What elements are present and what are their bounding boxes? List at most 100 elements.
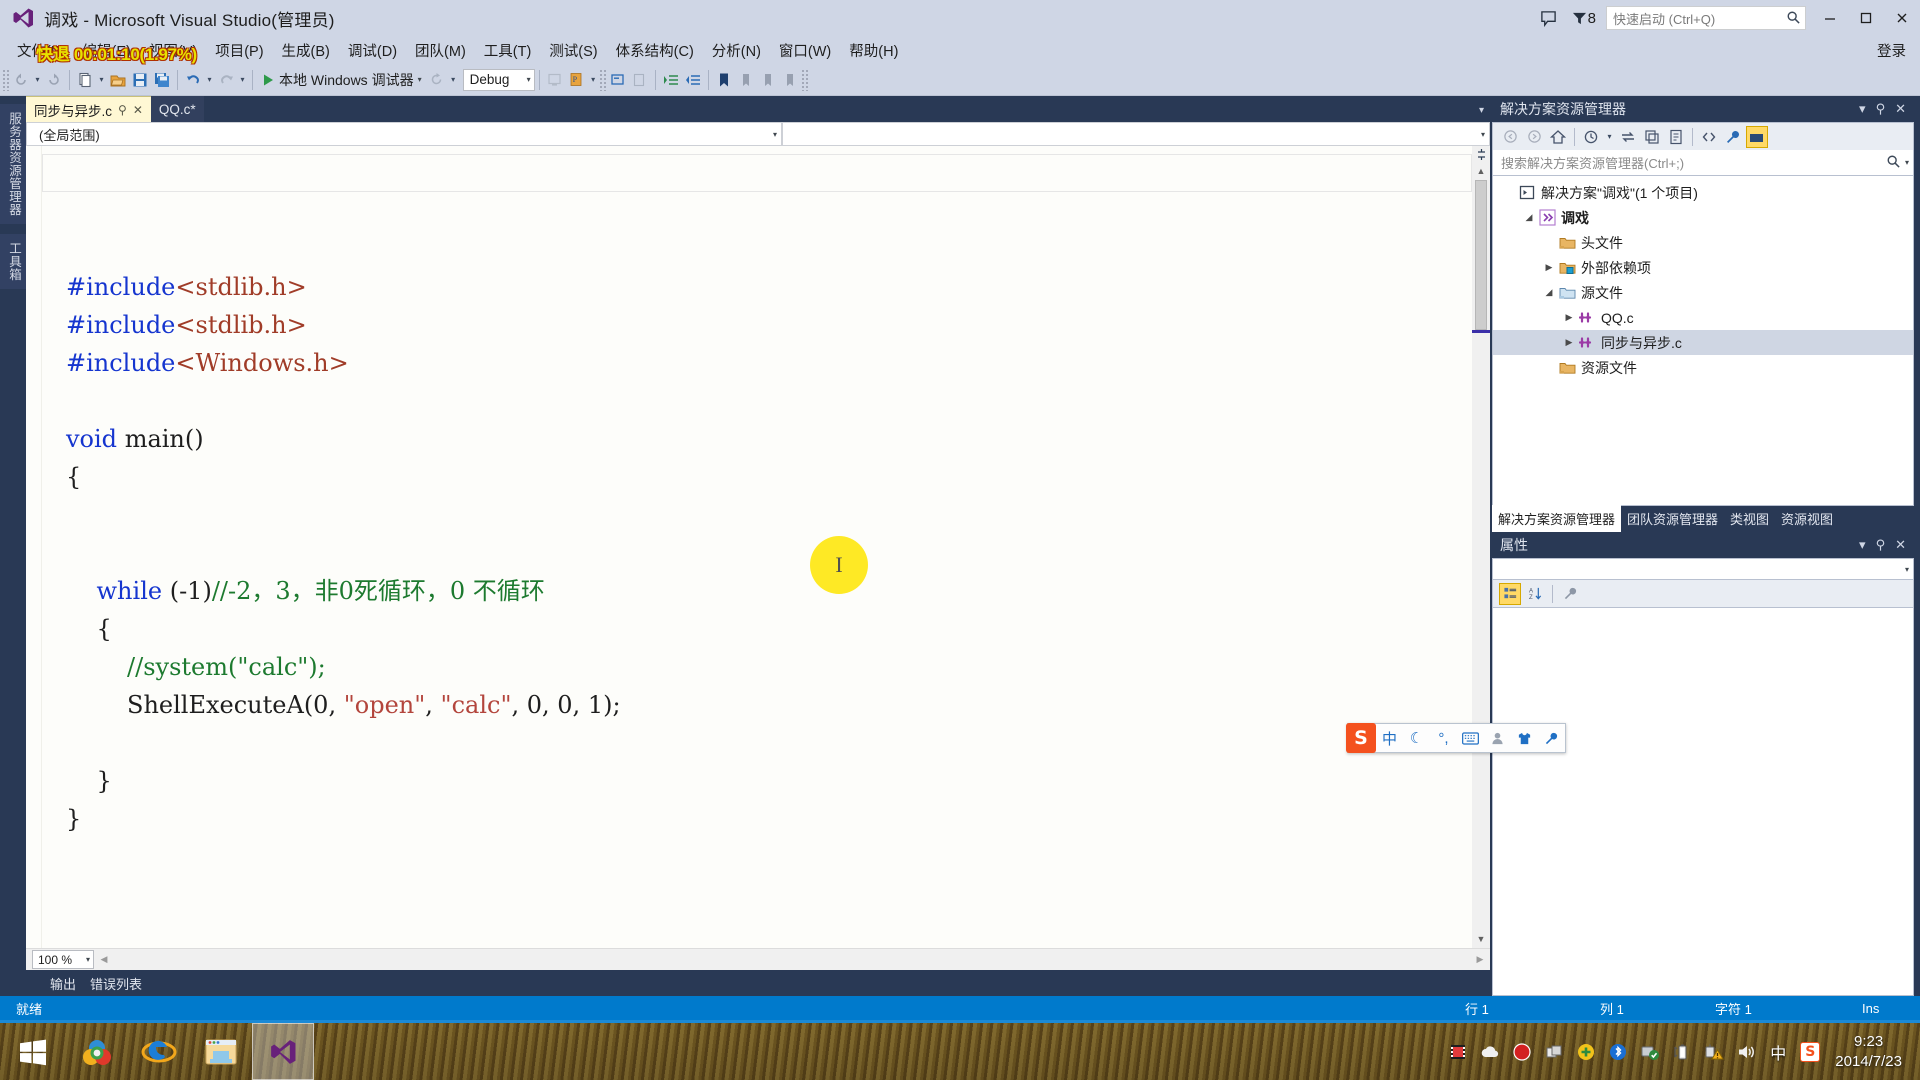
start-button[interactable] (0, 1023, 66, 1080)
cloud-icon[interactable] (1475, 1035, 1505, 1069)
show-all-files-icon[interactable] (1698, 126, 1720, 148)
property-pages-icon[interactable] (1559, 583, 1581, 605)
sogou-ime-icon[interactable]: S (1795, 1035, 1825, 1069)
code-line[interactable] (66, 724, 1472, 762)
attach-to-process-icon[interactable] (544, 68, 566, 92)
toggle-bookmark-icon[interactable] (713, 68, 735, 92)
code-line[interactable]: { (66, 458, 1472, 496)
ime-user-icon[interactable] (1484, 723, 1511, 753)
windows-copy-icon[interactable] (1539, 1035, 1569, 1069)
undo-icon[interactable] (182, 68, 204, 92)
navigate-backward-icon[interactable] (10, 68, 32, 92)
code-line[interactable] (66, 496, 1472, 534)
save-all-icon[interactable] (151, 68, 173, 92)
menu-item-view[interactable]: 视图(V) (140, 37, 206, 64)
properties-object-dropdown[interactable]: ▾ (1492, 558, 1914, 580)
menu-item-window[interactable]: 窗口(W) (770, 37, 840, 64)
taskbar-clock[interactable]: 9:23 2014/7/23 (1827, 1032, 1914, 1072)
code-line[interactable]: } (66, 762, 1472, 800)
tree-item[interactable]: 头文件 (1493, 230, 1913, 255)
new-project-caret-icon[interactable]: ▾ (96, 68, 107, 92)
collapse-all-icon[interactable] (1641, 126, 1663, 148)
code-line[interactable]: ShellExecuteA(0, "open", "calc", 0, 0, 1… (66, 686, 1472, 724)
taskbar-app-visual-studio[interactable] (252, 1023, 314, 1080)
toolbar-grip[interactable] (598, 68, 607, 91)
code-line[interactable]: //system("calc"); (66, 648, 1472, 686)
battery-icon[interactable] (1667, 1035, 1697, 1069)
tree-item[interactable]: 资源文件 (1493, 355, 1913, 380)
taskbar-app-internet-explorer[interactable] (128, 1023, 190, 1080)
dock-tab-error-list[interactable]: 错误列表 (90, 974, 142, 993)
maximize-button[interactable] (1848, 1, 1884, 35)
ime-punctuation-icon[interactable]: °, (1430, 723, 1457, 753)
safe-eject-icon[interactable] (1635, 1035, 1665, 1069)
code-line[interactable]: #include<stdlib.h> (66, 306, 1472, 344)
solution-explorer-search-input[interactable]: 搜索解决方案资源管理器(Ctrl+;) ▾ (1492, 150, 1914, 176)
menu-item-test[interactable]: 测试(S) (540, 37, 606, 64)
zoom-level-dropdown[interactable]: 100 % ▾ (32, 950, 94, 969)
start-debugging-button[interactable]: 本地 Windows 调试器 ▾ (257, 70, 426, 90)
code-line[interactable] (66, 382, 1472, 420)
code-line[interactable] (66, 534, 1472, 572)
toggle-bookmark-bar-icon[interactable] (607, 68, 629, 92)
save-icon[interactable] (129, 68, 151, 92)
ime-floating-toolbar[interactable]: S 中 ☾ °, (1346, 723, 1566, 753)
tab-team-explorer[interactable]: 团队资源管理器 (1621, 505, 1724, 532)
bluetooth-icon[interactable] (1603, 1035, 1633, 1069)
panel-dropdown-icon[interactable]: ▾ (1859, 101, 1866, 117)
minimize-button[interactable] (1812, 1, 1848, 35)
code-line[interactable]: while (-1)//-2，3，非0死循环，0 不循环 (66, 572, 1472, 610)
code-line[interactable]: { (66, 610, 1472, 648)
tab-resource-view[interactable]: 资源视图 (1775, 505, 1839, 532)
find-caret-icon[interactable]: ▾ (588, 68, 599, 92)
solution-explorer-tree[interactable]: 解决方案"调戏"(1 个项目) ◢ 调戏 头文件 ▶ 外部依赖项 ◢ 源文件 ▶ QQ.c ▶ 同步与… (1492, 176, 1914, 506)
panel-close-icon[interactable]: ✕ (1895, 537, 1906, 553)
scroll-left-button[interactable]: ◀ (96, 952, 112, 968)
expand-twisty-icon[interactable]: ▶ (1561, 337, 1577, 348)
home-icon[interactable] (1547, 126, 1569, 148)
dock-tab-output[interactable]: 输出 (50, 974, 76, 993)
code-line[interactable]: #include<Windows.h> (66, 344, 1472, 382)
split-view-handle-icon[interactable] (1473, 146, 1489, 162)
toolbar-grip[interactable] (2, 68, 10, 91)
navigation-scope-dropdown[interactable]: (全局范围) ▾ (26, 122, 782, 146)
pin-tab-icon[interactable]: ⚲ (118, 103, 127, 117)
vertical-tab-toolbox[interactable]: 工具箱 (0, 234, 29, 289)
search-icon[interactable] (1886, 154, 1901, 172)
ime-language-icon[interactable]: 中 (1763, 1035, 1793, 1069)
comment-selection-icon[interactable] (629, 68, 651, 92)
search-icon[interactable] (1786, 10, 1801, 28)
code-line[interactable]: } (66, 800, 1472, 838)
panel-dropdown-icon[interactable]: ▾ (1859, 537, 1866, 553)
menu-item-debug[interactable]: 调试(D) (339, 37, 406, 64)
scroll-down-button[interactable]: ▼ (1472, 930, 1490, 948)
ime-halfwidth-icon[interactable]: ☾ (1403, 723, 1430, 753)
quick-launch-input[interactable]: 快速启动 (Ctrl+Q) (1606, 6, 1806, 30)
view-designer-icon[interactable] (1746, 125, 1768, 148)
login-link[interactable]: 登录 (1877, 40, 1906, 61)
scroll-up-button[interactable]: ▲ (1472, 162, 1490, 180)
tab-class-view[interactable]: 类视图 (1724, 505, 1775, 532)
volume-icon[interactable] (1731, 1035, 1761, 1069)
taskbar-app-chrome[interactable] (66, 1023, 128, 1080)
notifications-icon[interactable]: 8 (1566, 0, 1602, 36)
tree-item[interactable]: ◢ 调戏 (1493, 205, 1913, 230)
record-stop-icon[interactable] (1507, 1035, 1537, 1069)
editor-horizontal-scrollbar[interactable]: ◀ ▶ (96, 951, 1488, 969)
tab-solution-explorer[interactable]: 解决方案资源管理器 (1492, 505, 1622, 532)
increase-indent-icon[interactable] (660, 68, 682, 92)
expand-twisty-icon[interactable]: ▶ (1541, 262, 1557, 273)
editor-vertical-scrollbar[interactable]: ▲ ▼ (1472, 146, 1490, 948)
tree-item[interactable]: ▶ 外部依赖项 (1493, 255, 1913, 280)
close-tab-icon[interactable]: ✕ (133, 103, 143, 117)
code-line[interactable]: void main() (66, 420, 1472, 458)
menu-item-file[interactable]: 文件(F) (8, 37, 74, 64)
navigate-backward-caret-icon[interactable]: ▾ (32, 68, 43, 92)
ime-settings-wrench-icon[interactable] (1538, 723, 1565, 753)
indicator-margin[interactable] (26, 146, 42, 948)
previous-bookmark-icon[interactable] (735, 68, 757, 92)
properties-page-icon[interactable] (1665, 126, 1687, 148)
editor-tab-active[interactable]: 同步与异步.c ⚲ ✕ (26, 96, 151, 122)
menu-item-build[interactable]: 生成(B) (273, 37, 339, 64)
close-button[interactable] (1884, 1, 1920, 35)
